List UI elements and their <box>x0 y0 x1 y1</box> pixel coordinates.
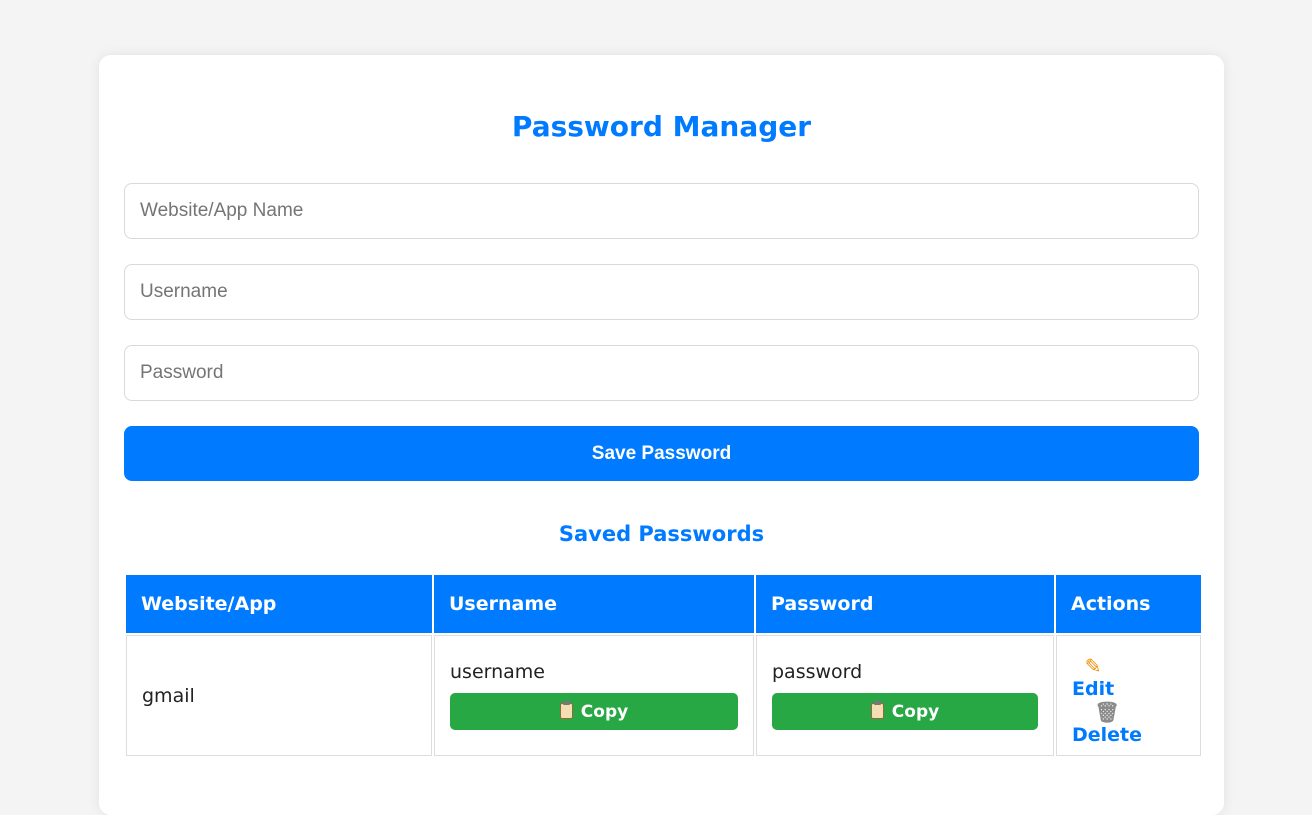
username-input[interactable] <box>124 264 1199 320</box>
table-row: gmail username Copy password Copy ✎ Edit… <box>126 635 1201 756</box>
password-cell: password Copy <box>756 635 1054 756</box>
website-input[interactable] <box>124 183 1199 239</box>
column-header-website: Website/App <box>126 575 432 633</box>
saved-passwords-heading: Saved Passwords <box>558 522 765 546</box>
page-title: Password Manager <box>511 110 812 143</box>
delete-button[interactable]: 🗑 Delete <box>1072 700 1142 746</box>
copy-username-button[interactable]: Copy <box>450 693 738 730</box>
username-cell: username Copy <box>434 635 754 756</box>
pencil-icon: ✎ <box>1084 654 1102 678</box>
password-value: password <box>772 661 863 683</box>
clipboard-icon <box>870 700 884 719</box>
column-header-actions: Actions <box>1056 575 1201 633</box>
delete-label: Delete <box>1072 724 1143 746</box>
password-manager-card: Password Manager Save Password Saved Pas… <box>99 55 1224 815</box>
column-header-username: Username <box>434 575 754 633</box>
copy-label: Copy <box>580 701 629 722</box>
trash-icon: 🗑 <box>1094 700 1120 724</box>
column-header-password: Password <box>756 575 1054 633</box>
save-password-button[interactable]: Save Password <box>124 426 1199 481</box>
table-header-row: Website/App Username Password Actions <box>126 575 1201 633</box>
saved-passwords-table: Website/App Username Password Actions gm… <box>124 573 1203 758</box>
edit-label: Edit <box>1072 678 1115 700</box>
username-value: username <box>450 661 545 683</box>
actions-cell: ✎ Edit 🗑 Delete <box>1056 635 1201 756</box>
edit-button[interactable]: ✎ Edit <box>1072 654 1114 700</box>
password-input[interactable] <box>124 345 1199 401</box>
copy-password-button[interactable]: Copy <box>772 693 1038 730</box>
clipboard-icon <box>559 700 573 719</box>
copy-label: Copy <box>891 701 940 722</box>
website-cell: gmail <box>126 635 432 756</box>
